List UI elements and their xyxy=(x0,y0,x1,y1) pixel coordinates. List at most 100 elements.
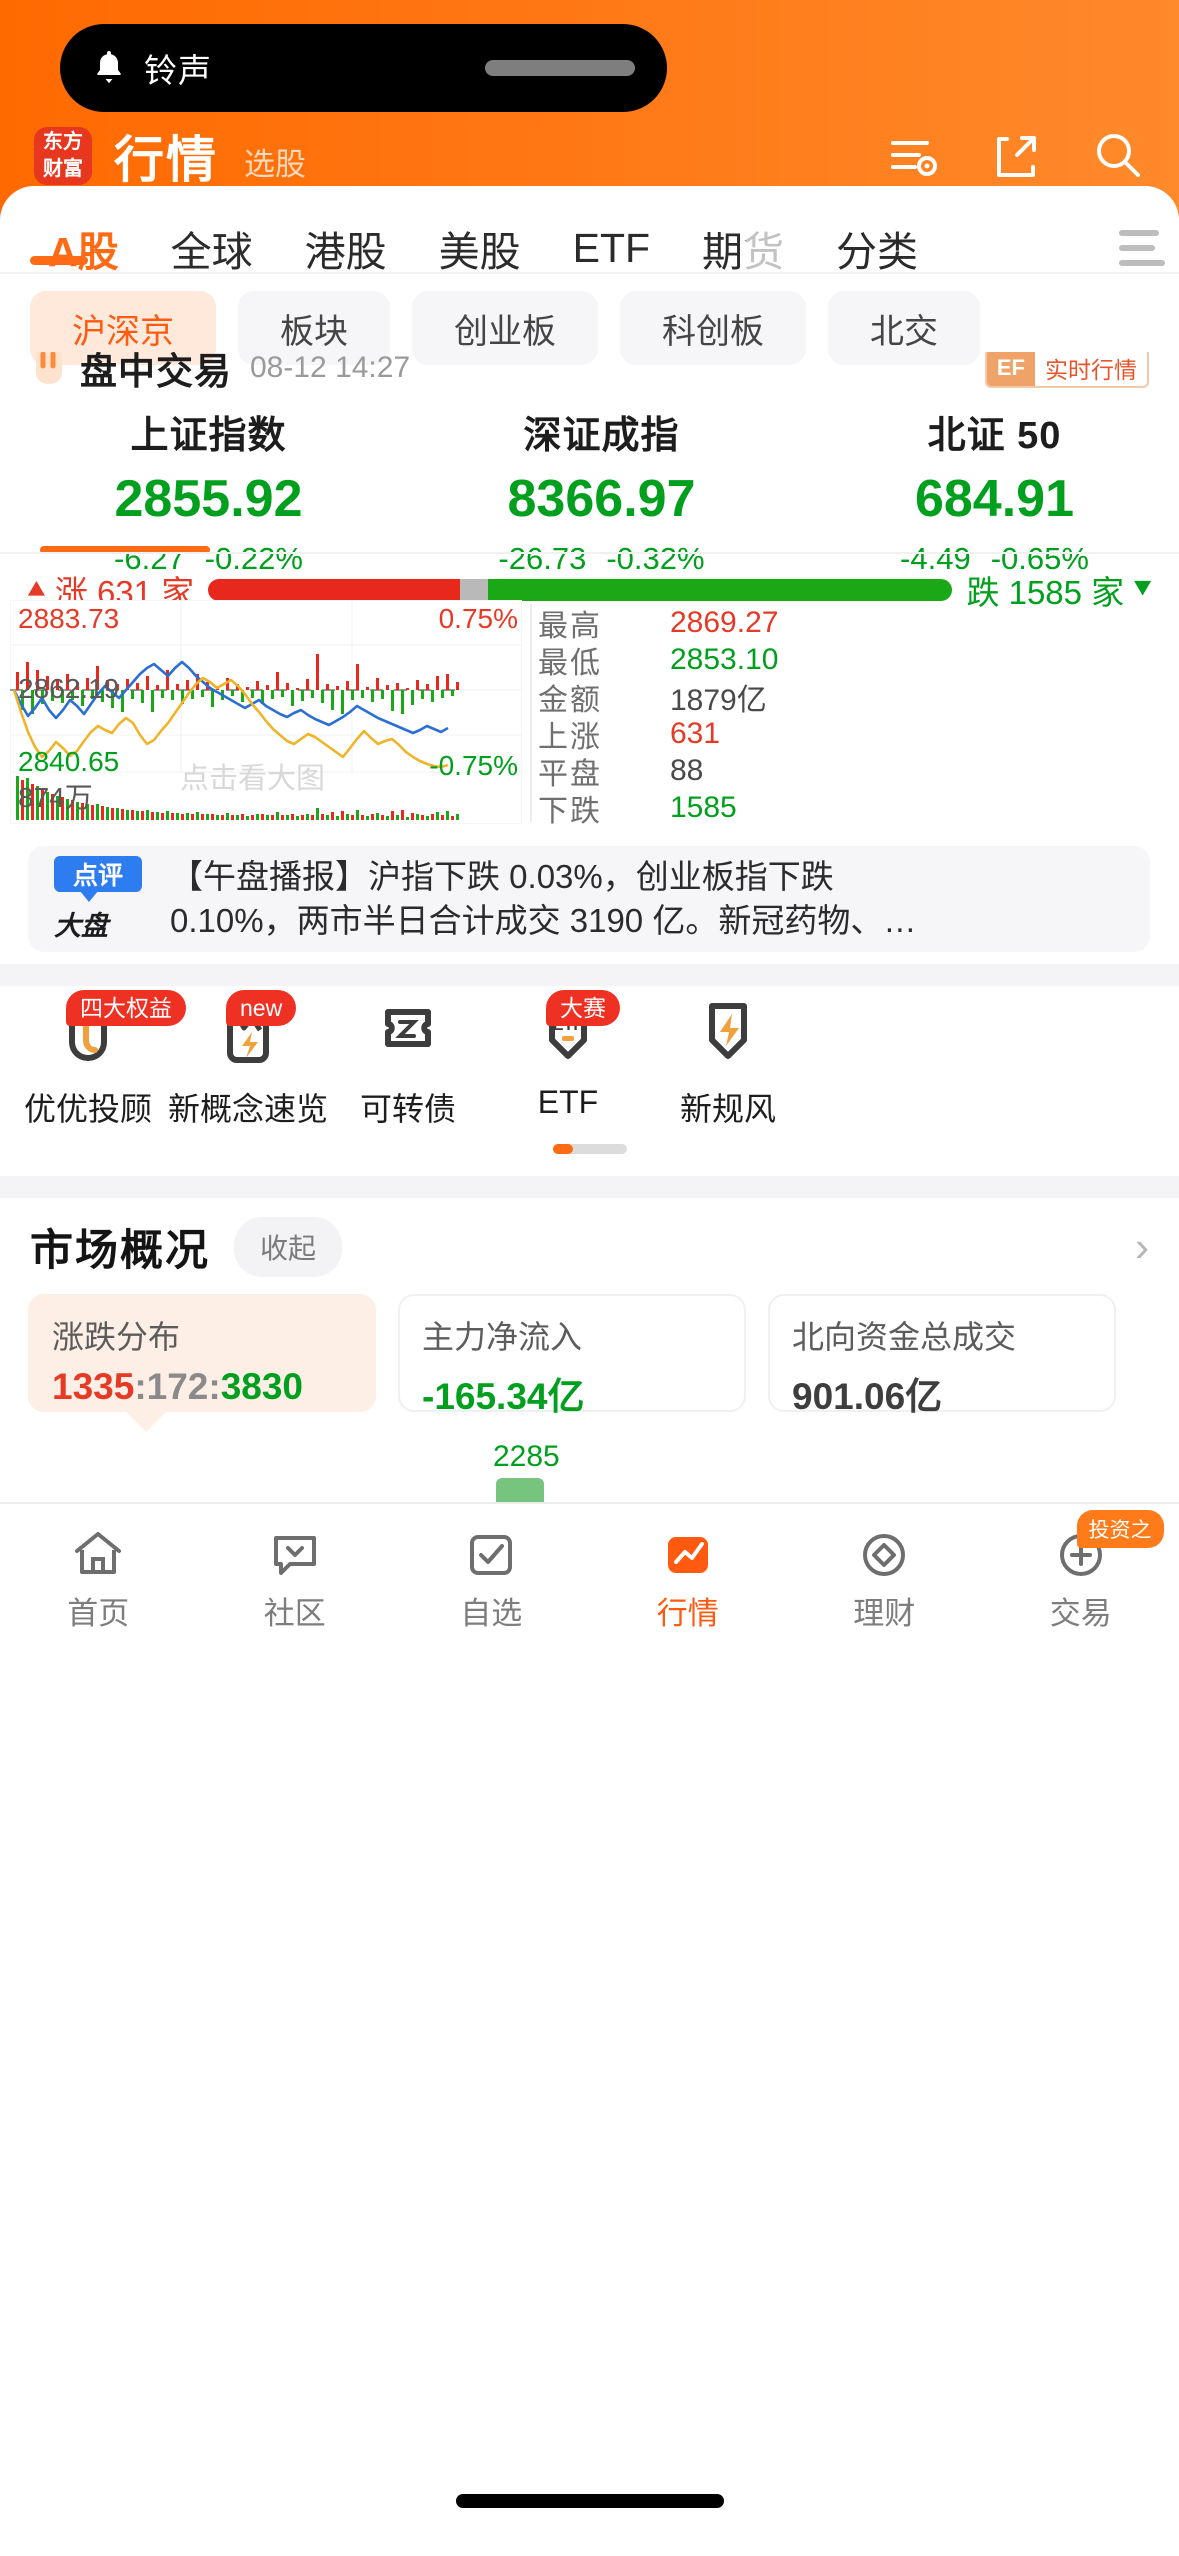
nav-item-trade[interactable]: 投资之 交易 xyxy=(983,1504,1179,1654)
pennant-icon xyxy=(32,352,66,388)
nav-item-community[interactable]: 社区 xyxy=(197,1504,394,1654)
nav-item-home[interactable]: 首页 xyxy=(0,1504,197,1654)
index-name: 上证指数 xyxy=(130,415,287,457)
quick-link-new-rules[interactable]: 新规风 xyxy=(648,986,808,1160)
quick-link-badge: 大赛 xyxy=(546,990,620,1026)
tab-futures[interactable]: 期货 xyxy=(676,218,810,278)
live-badge-text: 实时行情 xyxy=(1045,357,1137,383)
bell-icon xyxy=(92,48,126,88)
section-divider-band xyxy=(0,964,1179,986)
stat-row: 上涨 631 xyxy=(538,715,938,754)
nav-label: 理财 xyxy=(853,1596,916,1631)
market-overview-header: 市场概况 收起 › xyxy=(0,1200,1179,1294)
collapse-button[interactable]: 收起 xyxy=(234,1217,343,1277)
intraday-chart-area[interactable]: 2883.73 2862.19 2840.65 0.75% -0.75% 874… xyxy=(10,600,1169,830)
home-icon xyxy=(0,1522,197,1588)
commentary-line-2: 0.10%，两市半日合计成交 3190 亿。新冠药物、… xyxy=(170,902,917,939)
chart-axis-high: 2883.73 xyxy=(18,603,120,634)
market-overview-title: 市场概况 xyxy=(30,1227,210,1275)
card-main-net-inflow[interactable]: 主力净流入 -165.34亿 xyxy=(398,1294,746,1417)
nav-label: 行情 xyxy=(656,1596,719,1631)
stat-row: 最低 2853.10 xyxy=(538,641,938,680)
check-square-icon xyxy=(393,1522,590,1588)
histogram-value-label: 2285 xyxy=(493,1440,560,1473)
page-title: 行情 xyxy=(114,132,218,188)
bottom-nav: 首页 社区 自选 行情 理财 投资之 交易 xyxy=(0,1504,1179,1654)
brand-line-2: 财富 xyxy=(43,158,83,180)
nav-item-watchlist[interactable]: 自选 xyxy=(393,1504,590,1654)
ringer-label: 铃声 xyxy=(144,52,212,89)
quick-link-badge: new xyxy=(226,990,297,1026)
quick-link-pager[interactable] xyxy=(552,1144,627,1154)
live-quote-badge[interactable]: EF 实时行情 xyxy=(984,352,1149,388)
chevron-right-icon[interactable]: › xyxy=(1135,1223,1149,1271)
quick-link-convertible-bond[interactable]: 可转债 xyxy=(328,986,488,1160)
session-time: 08-12 14:27 xyxy=(250,352,411,384)
stat-value: 1585 xyxy=(670,790,737,824)
card-label: 涨跌分布 xyxy=(52,1319,181,1355)
quick-link-row: 四大权益 优优投顾 new 新概念速览 可转债 ETF 大赛 ETF 新规风 xyxy=(0,986,1179,1160)
commentary-line-1: 【午盘播报】沪指下跌 0.03%，创业板指下跌 xyxy=(170,858,834,895)
chart-volume-label: 874万 xyxy=(18,782,93,813)
quick-link-new-concept[interactable]: new 新概念速览 xyxy=(168,986,328,1160)
session-status-row: 盘中交易 08-12 14:27 EF 实时行情 xyxy=(0,352,1179,398)
stat-value: 2869.27 xyxy=(670,605,779,639)
hamburger-icon[interactable] xyxy=(1119,230,1165,266)
index-price: 8366.97 xyxy=(507,470,696,528)
card-value: -165.34亿 xyxy=(422,1376,585,1417)
tab-hk-stocks[interactable]: 港股 xyxy=(279,218,413,278)
stat-row: 最高 2869.27 xyxy=(538,604,938,643)
histogram-bar xyxy=(496,1478,544,1502)
stock-picker-link[interactable]: 选股 xyxy=(244,139,306,184)
volume-slider[interactable] xyxy=(485,60,635,76)
settings-list-icon[interactable] xyxy=(887,129,941,183)
commentary-badges: 点评 大盘 xyxy=(54,855,152,943)
index-quote-row: 上证指数 2855.92 -6.27 -0.22% 深证成指 8366.97 -2… xyxy=(0,404,1179,576)
chart-axis-mid: 2862.19 xyxy=(18,673,120,704)
intraday-chart[interactable]: 2883.73 2862.19 2840.65 0.75% -0.75% 874… xyxy=(10,600,522,824)
live-badge-mark: EF xyxy=(986,352,1035,386)
card-northbound-turnover[interactable]: 北向资金总成交 901.06亿 xyxy=(768,1294,1116,1417)
updown-up: 1335 xyxy=(52,1366,135,1407)
commentary-text: 【午盘播报】沪指下跌 0.03%，创业板指下跌 0.10%，两市半日合计成交 3… xyxy=(170,855,916,943)
quick-link-label: 新概念速览 xyxy=(168,1091,329,1127)
quick-link-youyou[interactable]: 四大权益 优优投顾 xyxy=(8,986,186,1160)
dynamic-island-ringer[interactable]: 铃声 xyxy=(60,24,667,112)
card-label: 北向资金总成交 xyxy=(792,1319,1017,1355)
tab-a-shares[interactable]: A股 xyxy=(22,218,145,278)
tab-categories[interactable]: 分类 xyxy=(810,218,944,278)
quick-link-label: 新规风 xyxy=(679,1091,776,1127)
index-card-shanghai[interactable]: 上证指数 2855.92 -6.27 -0.22% xyxy=(12,404,405,576)
home-indicator xyxy=(455,2494,724,2508)
quick-link-label: 可转债 xyxy=(359,1091,456,1127)
index-divider xyxy=(0,552,1179,554)
chart-stats-divider xyxy=(530,604,532,822)
chart-pct-high: 0.75% xyxy=(438,603,518,634)
index-card-shenzhen[interactable]: 深证成指 8366.97 -26.73 -0.32% xyxy=(405,404,798,576)
stat-value: 2853.10 xyxy=(670,642,779,676)
tab-etf[interactable]: ETF xyxy=(547,225,676,272)
card-value: 901.06亿 xyxy=(792,1376,943,1417)
index-name: 北证 50 xyxy=(927,415,1062,457)
index-card-bse50[interactable]: 北证 50 684.91 -4.49 -0.65% xyxy=(798,404,1179,576)
diamond-icon xyxy=(786,1522,983,1588)
nav-item-market[interactable]: 行情 xyxy=(590,1504,787,1654)
header-icon-group xyxy=(887,129,1145,183)
nav-item-wealth[interactable]: 理财 xyxy=(786,1504,983,1654)
market-commentary-card[interactable]: 点评 大盘 【午盘播报】沪指下跌 0.03%，创业板指下跌 0.10%，两市半日… xyxy=(28,846,1150,952)
index-price: 2855.92 xyxy=(114,470,303,528)
brand-line-1: 东方 xyxy=(43,131,83,153)
share-icon[interactable] xyxy=(989,129,1043,183)
convertible-bond-icon xyxy=(328,986,488,1082)
tab-global[interactable]: 全球 xyxy=(145,218,279,278)
search-icon[interactable] xyxy=(1091,129,1145,183)
quick-link-etf[interactable]: ETF 大赛 ETF xyxy=(488,986,648,1160)
nav-label: 交易 xyxy=(1049,1596,1112,1631)
chart-stats-panel: 最高 2869.27 最低 2853.10 金额 1879亿 上涨 631 平盘 88 下… xyxy=(538,604,938,828)
stat-row: 下跌 1585 xyxy=(538,789,938,828)
tab-us-stocks[interactable]: 美股 xyxy=(413,218,547,278)
card-updown-distribution[interactable]: 涨跌分布 1335:172:3830 xyxy=(28,1294,376,1432)
stat-row: 平盘 88 xyxy=(538,752,938,791)
index-price: 684.91 xyxy=(914,470,1075,528)
advance-decline-meter xyxy=(208,579,953,601)
